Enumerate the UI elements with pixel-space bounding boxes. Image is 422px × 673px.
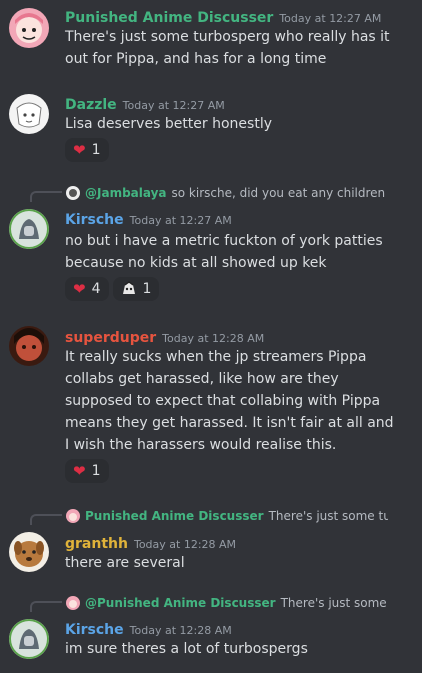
- author-name[interactable]: Kirsche: [65, 622, 124, 638]
- reply-preview[interactable]: @Jambalaya so kirsche, did you eat any c…: [66, 186, 388, 200]
- reaction-heart[interactable]: ❤ 4: [65, 277, 109, 301]
- message-line: out for Pippa, and has for a long time: [65, 51, 327, 67]
- timestamp: Today at 12:27 AM: [129, 214, 232, 227]
- author-name[interactable]: Dazzle: [65, 97, 117, 113]
- avatar[interactable]: [9, 209, 49, 249]
- reactions: ❤ 1: [65, 138, 109, 162]
- message-line: because no kids at all showed up kek: [65, 255, 327, 271]
- reply-connector: [30, 601, 62, 612]
- custom-emote-icon: [121, 280, 137, 299]
- message-header: granthh Today at 12:28 AM: [65, 533, 236, 552]
- reaction-count: 4: [91, 281, 101, 297]
- reaction-heart[interactable]: ❤ 1: [65, 138, 109, 162]
- message-content: Lisa deserves better honestly: [65, 113, 405, 135]
- reply-connector: [30, 514, 62, 525]
- reactions: ❤ 4 1: [65, 277, 160, 301]
- reply-author[interactable]: @Jambalaya: [85, 186, 167, 200]
- avatar[interactable]: [9, 619, 49, 659]
- author-name[interactable]: superduper: [65, 330, 156, 346]
- reply-author[interactable]: Punished Anime Discusser: [85, 509, 264, 523]
- author-name[interactable]: Kirsche: [65, 212, 124, 228]
- heart-icon: ❤: [73, 461, 86, 480]
- heart-icon: ❤: [73, 279, 86, 298]
- reply-text: There's just some turl: [280, 596, 388, 610]
- timestamp: Today at 12:28 AM: [133, 538, 237, 551]
- author-name[interactable]: granthh: [65, 536, 128, 552]
- author-name[interactable]: Punished Anime Discusser: [65, 10, 273, 26]
- message-header: Dazzle Today at 12:27 AM: [65, 94, 225, 113]
- reply-preview[interactable]: @Punished Anime Discusser There's just s…: [66, 596, 388, 610]
- message-header: Punished Anime Discusser Today at 12:27 A…: [65, 7, 381, 26]
- message-header: Kirsche Today at 12:28 AM: [65, 619, 232, 638]
- message-line: supposed to expect that collabing with P…: [65, 393, 381, 409]
- timestamp: Today at 12:28 AM: [129, 624, 232, 637]
- message-line: collabs get harassed, like how are they: [65, 371, 339, 387]
- reply-text: There's just some turbo: [268, 509, 388, 523]
- reply-avatar: [66, 509, 80, 523]
- message-header: Kirsche Today at 12:27 AM: [65, 209, 232, 228]
- reply-avatar: [66, 596, 80, 610]
- timestamp: Today at 12:27 AM: [279, 12, 382, 25]
- message-line: It really sucks when the jp streamers Pi…: [65, 349, 367, 365]
- message-line: There's just some turbosperg who really …: [65, 29, 390, 45]
- reply-connector: [30, 191, 62, 202]
- message-line: im sure theres a lot of turbospergs: [65, 641, 308, 657]
- reaction-count: 1: [91, 142, 101, 158]
- message-header: superduper Today at 12:28 AM: [65, 327, 264, 346]
- avatar[interactable]: [9, 8, 49, 48]
- reply-text: so kirsche, did you eat any children th: [171, 186, 388, 200]
- avatar[interactable]: [9, 532, 49, 572]
- reply-preview[interactable]: Punished Anime Discusser There's just so…: [66, 509, 388, 523]
- message-line: means they get harassed. It isn't fair a…: [65, 415, 394, 431]
- avatar[interactable]: [9, 94, 49, 134]
- message-content: im sure theres a lot of turbospergs: [65, 638, 405, 660]
- reaction-count: 1: [142, 281, 152, 297]
- reactions: ❤ 1: [65, 459, 109, 483]
- message-content: no but i have a metric fuckton of york p…: [65, 230, 405, 274]
- message-line: Lisa deserves better honestly: [65, 116, 272, 132]
- heart-icon: ❤: [73, 140, 86, 159]
- message-line: I wish the harassers would realise this.: [65, 437, 337, 453]
- message-line: there are several: [65, 555, 185, 571]
- reply-avatar: [66, 186, 80, 200]
- reply-author[interactable]: @Punished Anime Discusser: [85, 596, 276, 610]
- reaction-custom-emote[interactable]: 1: [112, 277, 160, 301]
- reaction-count: 1: [91, 463, 101, 479]
- timestamp: Today at 12:27 AM: [122, 99, 225, 112]
- timestamp: Today at 12:28 AM: [162, 332, 265, 345]
- chat-message-list: Punished Anime Discusser Today at 12:27 A…: [0, 0, 422, 673]
- avatar[interactable]: [9, 326, 49, 366]
- message-line: no but i have a metric fuckton of york p…: [65, 233, 383, 249]
- message-content: There's just some turbosperg who really …: [65, 26, 405, 70]
- reaction-heart[interactable]: ❤ 1: [65, 459, 109, 483]
- message-content: there are several: [65, 552, 405, 574]
- message-content: It really sucks when the jp streamers Pi…: [65, 346, 405, 456]
